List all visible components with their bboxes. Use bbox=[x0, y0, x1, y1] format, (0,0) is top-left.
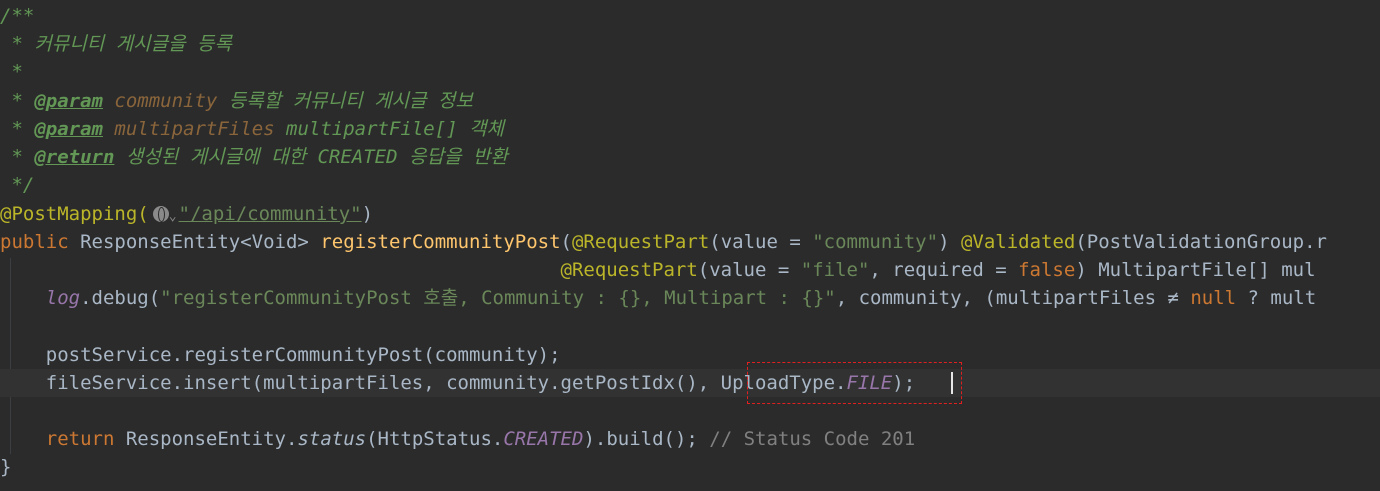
doc-param-name: community bbox=[114, 90, 218, 112]
code-text: (HttpStatus. bbox=[366, 428, 504, 450]
code-text: fileService.insert(multipartFiles, commu… bbox=[0, 372, 847, 394]
doc-prefix: * bbox=[0, 118, 35, 140]
string-literal: "file" bbox=[800, 259, 870, 281]
line-comment: // Status Code 201 bbox=[709, 428, 916, 450]
keyword: false bbox=[1018, 259, 1076, 281]
annotation-line: @PostMapping( ⌄ "/api/community") bbox=[0, 200, 1380, 228]
text-caret bbox=[951, 372, 953, 394]
keyword: public bbox=[0, 231, 69, 253]
doc-tag[interactable]: @param bbox=[34, 118, 103, 140]
keyword: return bbox=[45, 428, 115, 450]
doc-param-name: multipartFiles bbox=[114, 118, 275, 140]
doc-param-files: * @param multipartFiles multipartFile[] … bbox=[0, 115, 1380, 143]
request-part-annotation: @RequestPart bbox=[571, 231, 710, 253]
code-text: ) MultipartFile[] mul bbox=[1075, 259, 1316, 281]
doc-prefix: * bbox=[0, 146, 35, 168]
code-text: (PostValidationGroup.r bbox=[1075, 231, 1328, 253]
code-text: ? mult bbox=[1236, 287, 1317, 309]
doc-prefix: * bbox=[0, 90, 35, 112]
return-line: return ResponseEntity.status(HttpStatus.… bbox=[0, 425, 1380, 453]
code-editor[interactable]: /** * 커뮤니티 게시글을 등록 * * @param community … bbox=[0, 0, 1380, 491]
doc-comment-close: */ bbox=[0, 174, 35, 196]
doc-param-desc: multipartFile[] 객체 bbox=[274, 118, 505, 140]
code-text: (value = bbox=[697, 259, 801, 281]
highlight-annotation-box bbox=[747, 362, 962, 404]
keyword: null bbox=[1190, 287, 1237, 309]
method-name[interactable]: registerCommunityPost bbox=[320, 231, 560, 253]
code-text: ).build(); bbox=[583, 428, 710, 450]
doc-comment-open: /** bbox=[0, 5, 35, 27]
code-text: (value = bbox=[709, 231, 813, 253]
request-part-annotation: @RequestPart bbox=[560, 259, 698, 281]
doc-comment-blank: * bbox=[0, 61, 23, 83]
doc-tag[interactable]: @param bbox=[34, 90, 103, 112]
paren: ( bbox=[560, 231, 572, 253]
globe-icon[interactable] bbox=[152, 206, 169, 222]
method-signature-line: public ResponseEntity<Void> registerComm… bbox=[0, 228, 1380, 256]
endpoint-url[interactable]: "/api/community" bbox=[179, 203, 362, 225]
log-debug-line: log.debug("registerCommunityPost 호출, Com… bbox=[0, 284, 1380, 312]
code-text: ) bbox=[938, 231, 961, 253]
doc-param-desc: 등록할 커뮤니티 게시글 정보 bbox=[217, 90, 473, 112]
log-field: log bbox=[45, 287, 81, 309]
post-service-line: postService.registerCommunityPost(commun… bbox=[0, 344, 561, 366]
method-signature-line-2: @RequestPart(value = "file", required = … bbox=[0, 256, 1380, 284]
code-text: .debug( bbox=[80, 287, 161, 309]
static-method: status bbox=[297, 428, 367, 450]
chevron-down-icon[interactable]: ⌄ bbox=[169, 203, 177, 231]
code-text: ResponseEntity. bbox=[114, 428, 298, 450]
code-text: , community, (multipartFiles ≠ bbox=[835, 287, 1191, 309]
paren: ) bbox=[361, 203, 374, 225]
file-service-line: fileService.insert(multipartFiles, commu… bbox=[0, 369, 1380, 397]
enum-constant: CREATED bbox=[503, 428, 584, 450]
code-text: , required = bbox=[869, 259, 1019, 281]
validated-annotation: @Validated bbox=[960, 231, 1076, 253]
doc-comment-summary: * 커뮤니티 게시글을 등록 bbox=[0, 33, 232, 55]
closing-brace: } bbox=[0, 456, 12, 478]
doc-return-desc: 생성된 게시글에 대한 CREATED 응답을 반환 bbox=[114, 146, 508, 168]
doc-tag[interactable]: @return bbox=[34, 146, 114, 168]
string-literal: "registerCommunityPost 호출, Community : {… bbox=[160, 287, 836, 309]
doc-return: * @return 생성된 게시글에 대한 CREATED 응답을 반환 bbox=[0, 143, 1380, 171]
doc-param-community: * @param community 등록할 커뮤니티 게시글 정보 bbox=[0, 87, 1380, 115]
return-type: ResponseEntity<Void> bbox=[68, 231, 321, 253]
post-mapping-annotation[interactable]: @PostMapping( bbox=[0, 203, 149, 225]
string-literal: "community" bbox=[812, 231, 939, 253]
